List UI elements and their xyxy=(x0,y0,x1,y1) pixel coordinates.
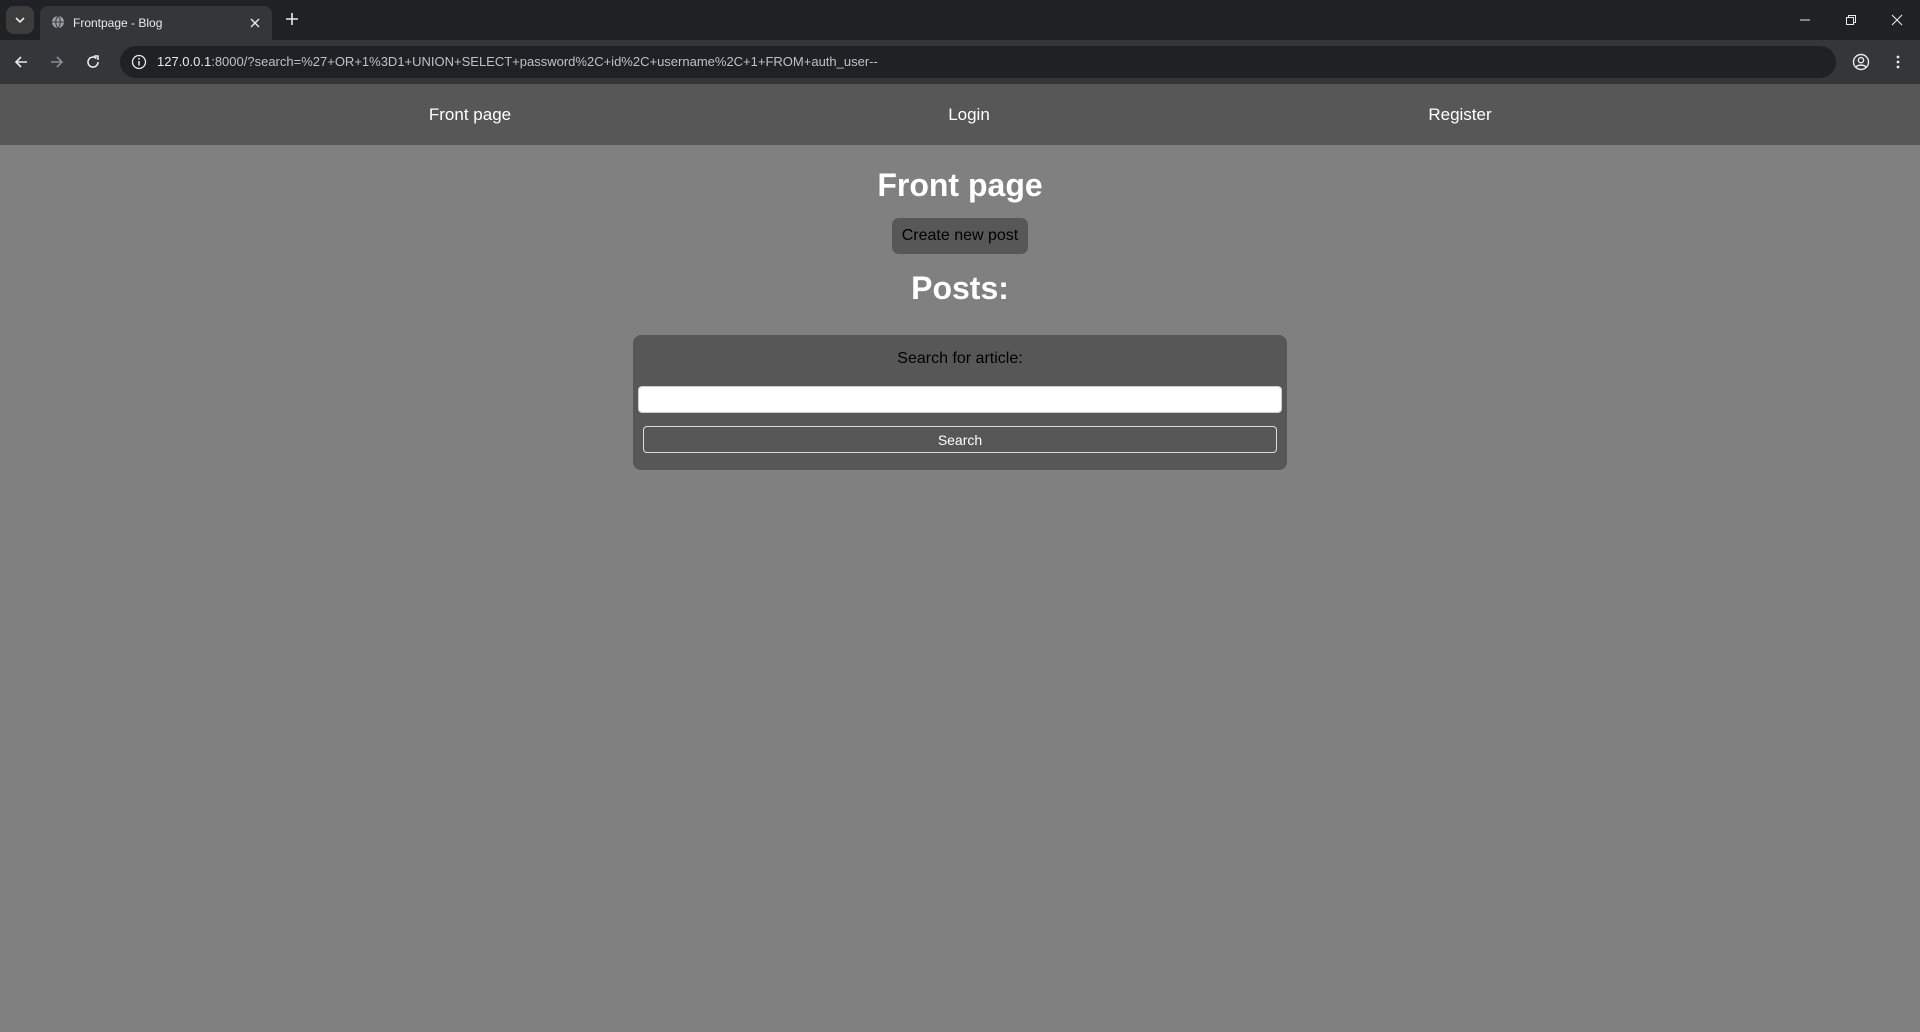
restore-icon xyxy=(1846,15,1856,25)
nav-link-register[interactable]: Register xyxy=(1428,84,1491,145)
page-title: Front page xyxy=(877,167,1043,203)
browser-toolbar: 127.0.0.1:8000/?search=%27+OR+1%3D1+UNIO… xyxy=(0,40,1920,84)
chevron-down-icon xyxy=(15,17,25,24)
url-path: :8000/?search=%27+OR+1%3D1+UNION+SELECT+… xyxy=(211,54,878,69)
tab-search-button[interactable] xyxy=(6,6,34,34)
window-close-button[interactable] xyxy=(1874,0,1920,40)
profile-button[interactable] xyxy=(1849,50,1873,74)
reload-button[interactable] xyxy=(81,50,105,74)
address-bar[interactable]: 127.0.0.1:8000/?search=%27+OR+1%3D1+UNIO… xyxy=(120,46,1836,78)
arrow-right-icon xyxy=(51,56,64,68)
globe-icon xyxy=(50,14,66,30)
arrow-left-icon xyxy=(14,56,27,68)
search-button[interactable]: Search xyxy=(643,426,1277,453)
forward-button[interactable] xyxy=(45,50,69,74)
profile-icon xyxy=(1852,53,1870,71)
back-button[interactable] xyxy=(9,50,33,74)
nav-link-front-page[interactable]: Front page xyxy=(429,84,511,145)
search-input[interactable] xyxy=(638,386,1282,413)
close-icon[interactable] xyxy=(246,14,264,32)
info-icon[interactable] xyxy=(130,53,148,71)
browser-tab-strip: Frontpage - Blog xyxy=(0,0,1920,40)
kebab-menu-icon xyxy=(1896,55,1900,69)
minimize-button[interactable] xyxy=(1782,0,1828,40)
new-tab-button[interactable] xyxy=(281,8,303,30)
search-label: Search for article: xyxy=(897,350,1023,367)
browser-tab[interactable]: Frontpage - Blog xyxy=(40,6,272,40)
reload-icon xyxy=(87,55,99,68)
url-text: 127.0.0.1:8000/?search=%27+OR+1%3D1+UNIO… xyxy=(157,46,878,78)
posts-heading: Posts: xyxy=(911,270,1009,306)
minimize-icon xyxy=(1800,19,1810,21)
plus-icon xyxy=(286,13,298,25)
close-icon xyxy=(1891,14,1903,26)
site-navbar: Front page Login Register xyxy=(0,84,1920,145)
nav-link-login[interactable]: Login xyxy=(948,84,990,145)
restore-button[interactable] xyxy=(1828,0,1874,40)
search-form: Search for article: Search xyxy=(633,335,1287,470)
browser-menu-button[interactable] xyxy=(1886,50,1910,74)
create-new-post-button[interactable]: Create new post xyxy=(892,218,1028,254)
url-host: 127.0.0.1 xyxy=(157,54,212,69)
tab-title: Frontpage - Blog xyxy=(73,16,163,30)
